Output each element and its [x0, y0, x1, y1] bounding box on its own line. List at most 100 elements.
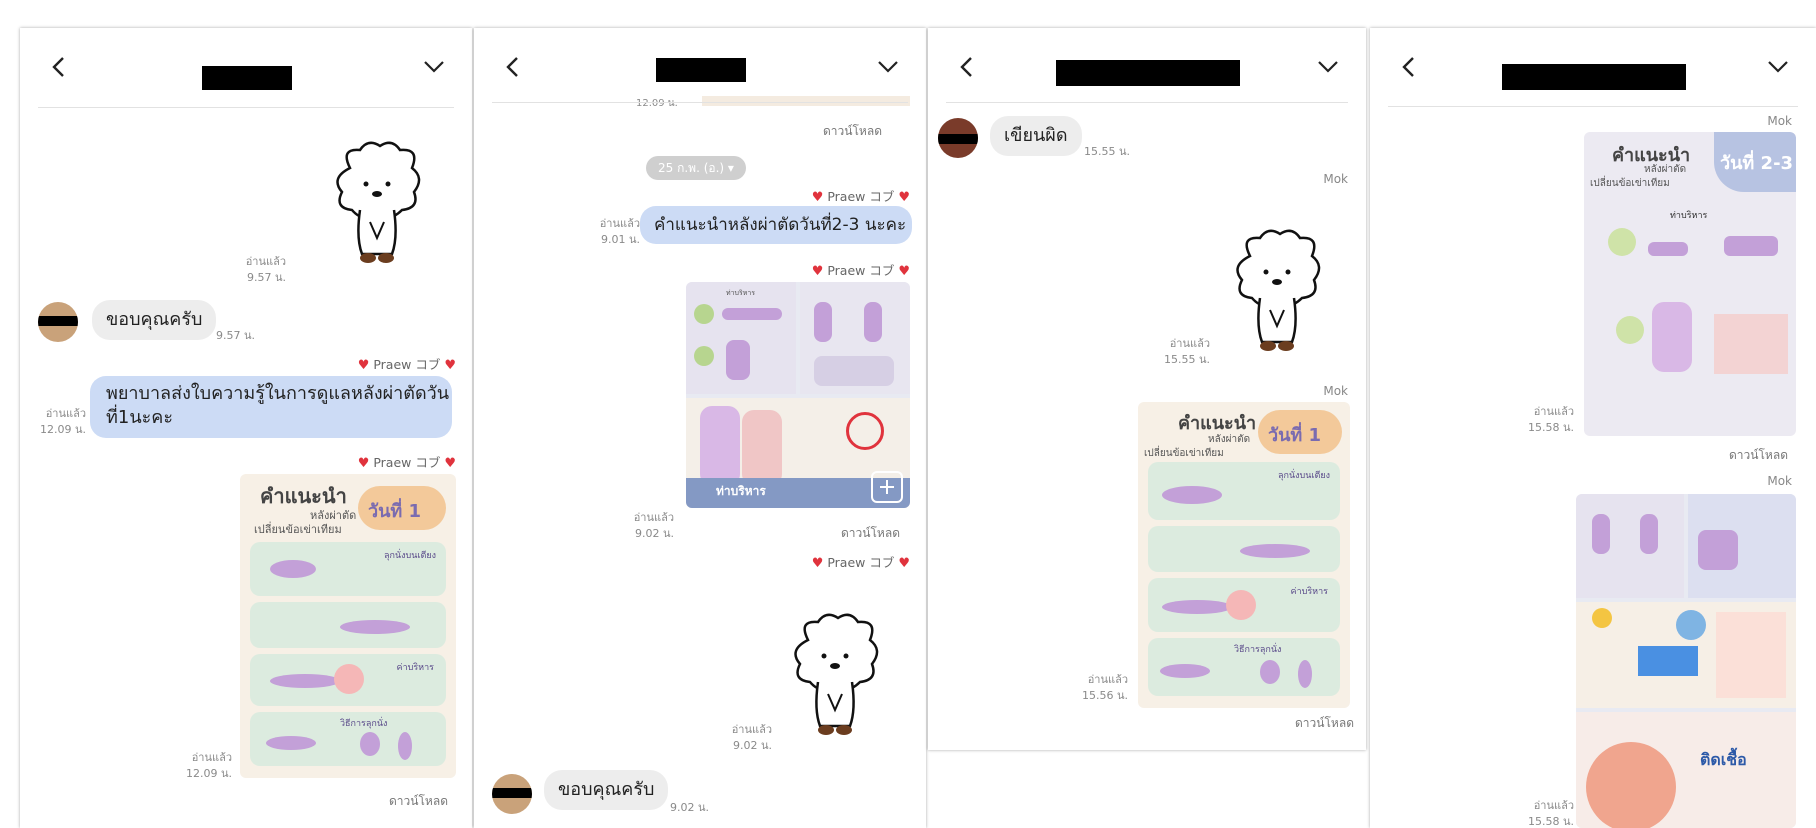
chevron-down-icon[interactable] [876, 56, 900, 76]
incoming-message[interactable]: เขียนผิด [990, 116, 1082, 156]
card-row [1148, 526, 1340, 572]
heart-icon: ♥ [357, 358, 370, 373]
contact-avatar[interactable] [938, 118, 978, 158]
back-arrow-icon[interactable] [954, 54, 980, 80]
heart-icon: ♥ [811, 264, 824, 279]
heart-icon: ♥ [898, 556, 910, 571]
read-receipt: อ่านแล้ว 15.58 น. [1527, 405, 1574, 434]
card-row: วิธีการลุกนั่ง [1148, 638, 1340, 696]
chat-panel-2: 12.09 น. ดาวน์โหลด 25 ก.พ. (อ.) ▾ ♥ Prae… [474, 28, 926, 828]
download-link[interactable]: ดาวน์โหลด [1295, 714, 1354, 733]
bowing-sheep-sticker[interactable] [1230, 226, 1325, 356]
sender-label: ♥ Praew コブ ♥ [811, 189, 910, 205]
message-time: 15.55 น. [1084, 145, 1131, 158]
card-day-badge: วันที่ 1 [1258, 410, 1342, 454]
album-thumb[interactable] [1688, 494, 1796, 598]
back-arrow-icon[interactable] [1396, 54, 1422, 80]
card-day-badge: วันที่ 1 [358, 486, 446, 530]
read-receipt: อ่านแล้ว 9.01 น. [599, 217, 640, 246]
image-album[interactable]: ท่าบริหาร ท่าบริหาร [686, 282, 910, 508]
heart-icon: ♥ [444, 358, 456, 373]
info-sheet-image[interactable]: คำแนะนำ หลังผ่าตัด เปลี่ยนข้อเข่าเทียม ว… [240, 474, 456, 778]
read-receipt: อ่านแล้ว 15.55 น. [1163, 337, 1210, 366]
chat-panel-4: Mok คำแนะนำ หลังผ่าตัด เปลี่ยนข้อเข่าเที… [1370, 28, 1816, 828]
heart-icon: ♥ [811, 556, 824, 571]
info-sheet-image[interactable]: คำแนะนำ หลังผ่าตัด เปลี่ยนข้อเข่าเทียม ว… [1138, 402, 1350, 708]
chat-panel-3: เขียนผิด 15.55 น. Mok อ่านแล้ว 15.55 น. M… [928, 28, 1366, 750]
sender-label: Mok [1323, 172, 1348, 186]
read-receipt: อ่านแล้ว 9.02 น. [633, 511, 674, 540]
chevron-down-icon[interactable] [422, 56, 446, 76]
album-thumb[interactable]: ติดเชื้อ [1576, 712, 1796, 828]
info-sheet-image[interactable]: คำแนะนำ หลังผ่าตัด เปลี่ยนข้อเข่าเทียม ว… [1584, 132, 1796, 436]
card-subtitle: เปลี่ยนข้อเข่าเทียม [1144, 448, 1224, 459]
chevron-down-icon[interactable] [1766, 56, 1790, 76]
heart-icon: ♥ [811, 190, 824, 205]
album-thumb[interactable]: ท่าบริหาร [686, 398, 910, 508]
step-number [1616, 316, 1644, 344]
heart-icon: ♥ [357, 456, 370, 471]
expand-icon[interactable] [870, 470, 904, 504]
sender-label: ♥ Praew コブ ♥ [811, 263, 910, 279]
message-time: 9.57 น. [216, 329, 256, 342]
chevron-down-icon[interactable] [1316, 56, 1340, 76]
read-receipt: อ่านแล้ว 12.09 น. [185, 751, 232, 780]
header-divider [1388, 106, 1798, 107]
date-separator[interactable]: 25 ก.พ. (อ.) ▾ [646, 156, 746, 180]
message-time: 12.09 น. [636, 98, 678, 109]
contact-avatar[interactable] [492, 774, 532, 814]
heart-icon: ♥ [444, 456, 456, 471]
card-row: ลุกนั่งบนเตียง [250, 542, 446, 596]
album-thumb[interactable] [1576, 494, 1684, 598]
card-row: ลุกนั่งบนเตียง [1148, 462, 1340, 520]
card-row: ค่าบริหาร [250, 654, 446, 706]
back-arrow-icon[interactable] [500, 54, 526, 80]
card-row [250, 602, 446, 648]
card-row: ค่าบริหาร [1148, 578, 1340, 632]
sender-label: ♥ Praew コブ ♥ [357, 455, 456, 471]
sender-label: Mok [1767, 114, 1792, 128]
download-link[interactable]: ดาวน์โหลด [1729, 446, 1788, 465]
thumb-heading: ติดเชื้อ [1700, 750, 1747, 769]
read-receipt: อ่านแล้ว 9.57 น. [245, 255, 286, 284]
incoming-message[interactable]: ขอบคุณครับ [544, 770, 669, 810]
bowing-sheep-sticker[interactable] [330, 138, 425, 268]
outgoing-message[interactable]: คำแนะนำหลังผ่าตัดวันที่2-3 นะคะ [640, 206, 912, 244]
sender-label: ♥ Praew コブ ♥ [811, 555, 910, 571]
download-link[interactable]: ดาวน์โหลด [389, 792, 448, 811]
chat-header [20, 28, 472, 108]
album-thumb[interactable] [800, 282, 910, 394]
card-section-label: ท่าบริหาร [1670, 211, 1708, 221]
sender-label: Mok [1323, 384, 1348, 398]
card-subtitle: หลังผ่าตัด [1644, 164, 1687, 175]
outgoing-message[interactable]: พยาบาลส่งใบความรู้ในการดูแลหลังผ่าตัดวัน… [90, 376, 452, 438]
heart-icon: ♥ [898, 264, 910, 279]
redacted-contact-name [202, 66, 292, 90]
read-receipt: อ่านแล้ว 12.09 น. [39, 407, 86, 436]
contact-avatar[interactable] [38, 302, 78, 342]
read-receipt: อ่านแล้ว 15.56 น. [1081, 673, 1128, 702]
download-link[interactable]: ดาวน์โหลด [823, 122, 882, 141]
redacted-contact-name [1502, 64, 1686, 90]
previous-image-edge[interactable] [702, 96, 910, 106]
chat-header [928, 28, 1366, 108]
download-link[interactable]: ดาวน์โหลด [841, 524, 900, 543]
card-row: วิธีการลุกนั่ง [250, 712, 446, 766]
redacted-contact-name [656, 58, 746, 82]
chat-panel-1: อ่านแล้ว 9.57 น. ขอบคุณครับ 9.57 น. ♥ Pra… [20, 28, 472, 828]
back-arrow-icon[interactable] [46, 54, 72, 80]
card-subtitle: เปลี่ยนข้อเข่าเทียม [254, 523, 342, 536]
album-thumb[interactable] [1576, 602, 1796, 708]
incoming-message[interactable]: ขอบคุณครับ [92, 300, 217, 340]
card-subtitle: หลังผ่าตัด [1208, 434, 1251, 445]
bowing-sheep-sticker[interactable] [788, 610, 883, 740]
redacted-contact-name [1056, 60, 1240, 86]
read-receipt: อ่านแล้ว 9.02 น. [731, 723, 772, 752]
sender-label: Mok [1767, 474, 1792, 488]
image-album[interactable]: ติดเชื้อ [1576, 494, 1796, 828]
card-day-badge: วันที่ 2-3 [1714, 132, 1796, 192]
chat-header [1370, 28, 1816, 108]
card-subtitle: เปลี่ยนข้อเข่าเทียม [1590, 178, 1670, 189]
album-thumb[interactable]: ท่าบริหาร [686, 282, 796, 394]
header-divider [946, 102, 1348, 103]
